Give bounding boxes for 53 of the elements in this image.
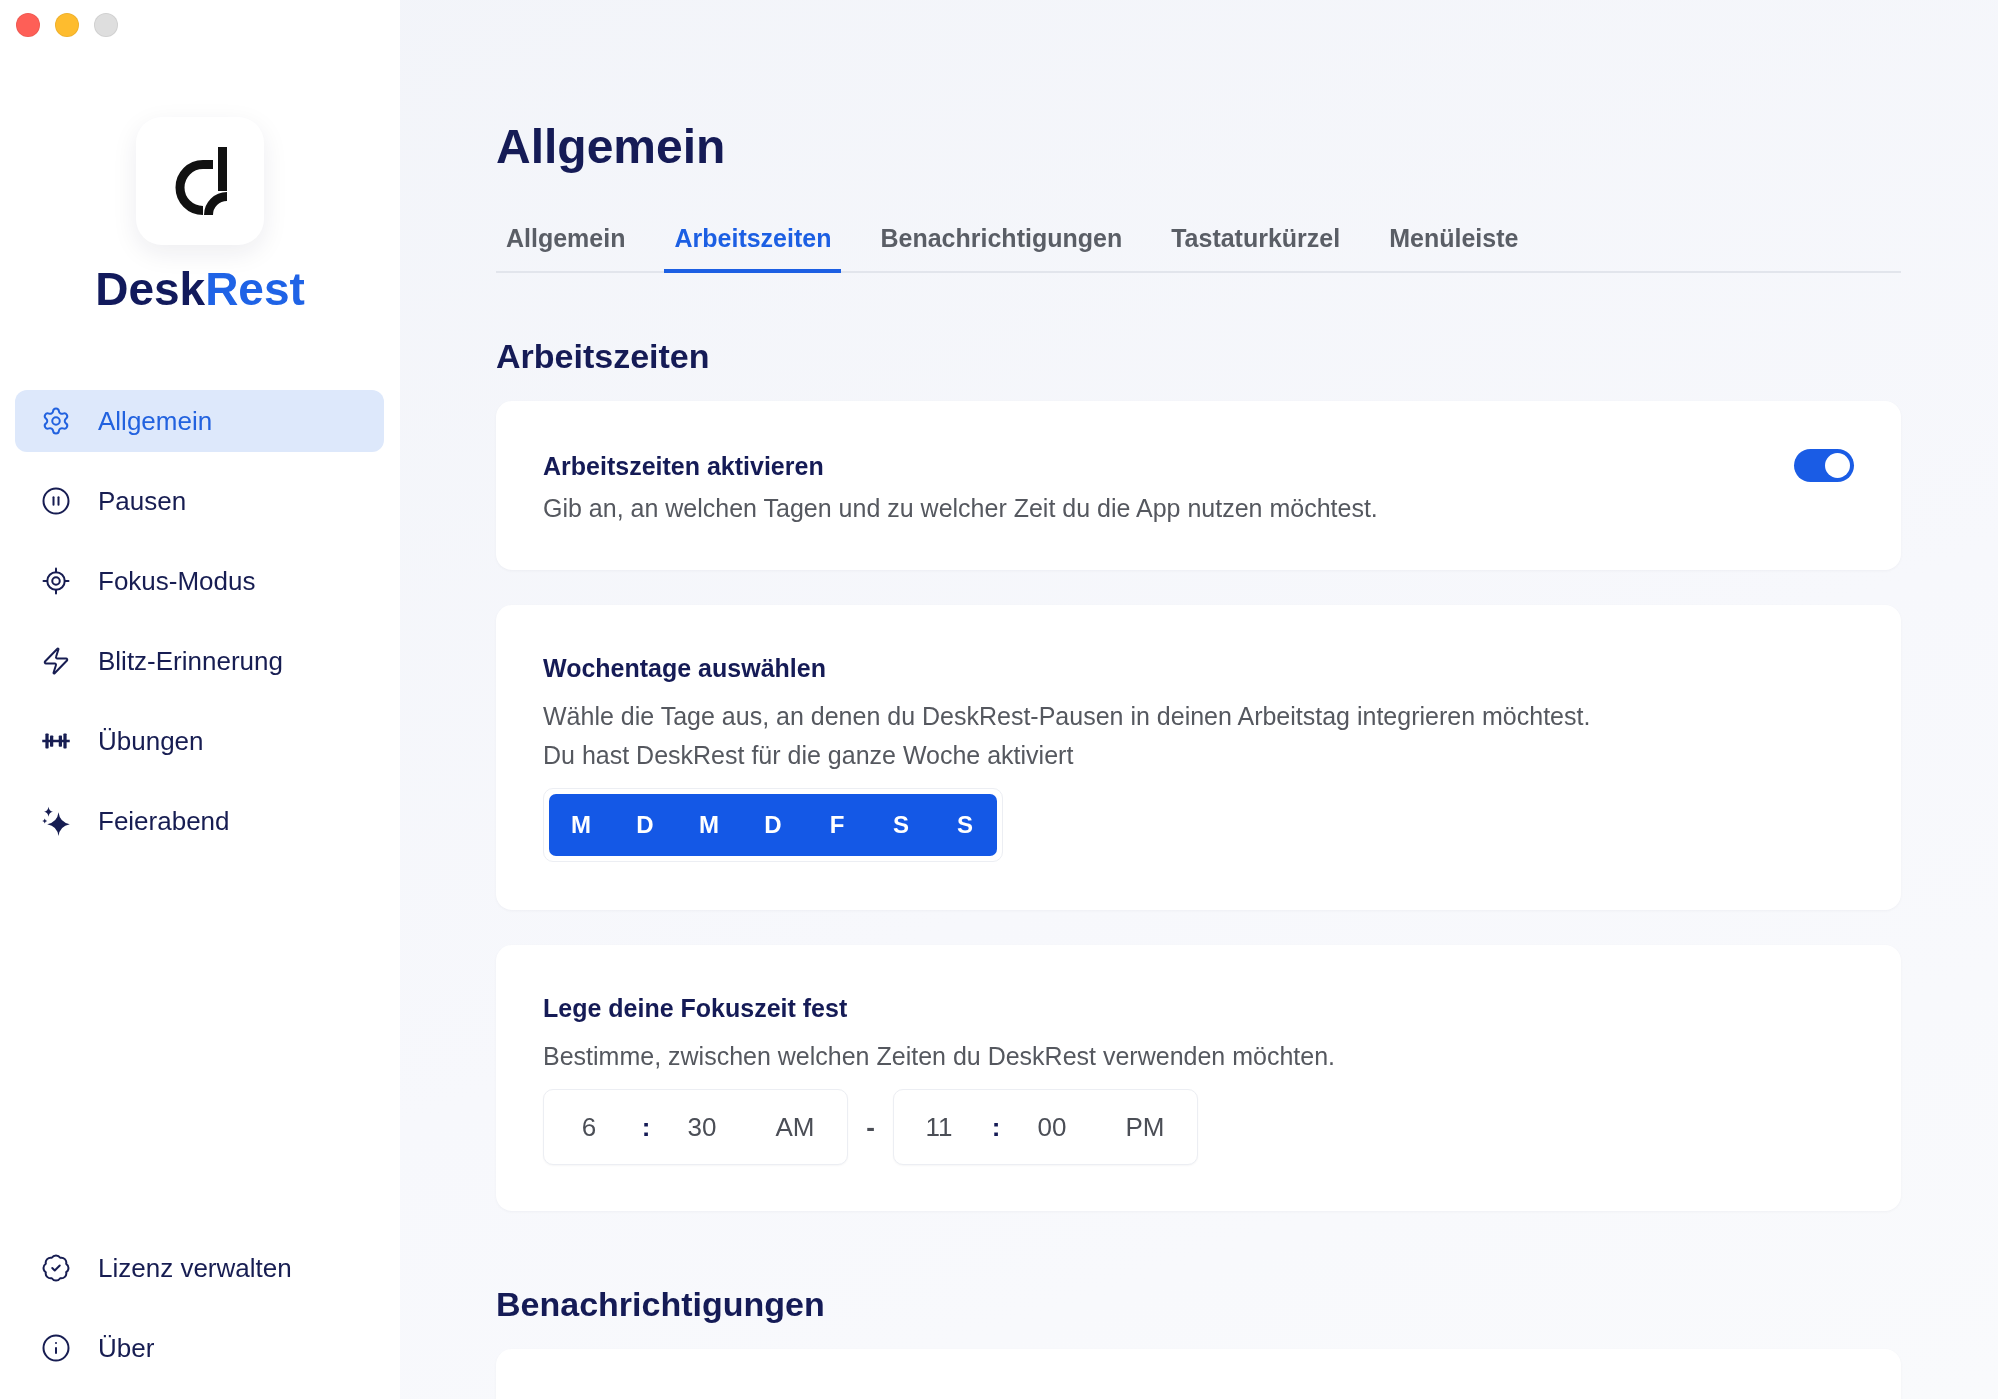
sidebar-item[interactable]: Pausen (15, 470, 384, 532)
card-description: Bestimme, zwischen welchen Zeiten du DeskRest verwenden möchten. (543, 1041, 1336, 1072)
card-description: Gib an, an welchen Tagen und zu welcher Zeit du die App nutzen möchtest. (543, 493, 1378, 524)
weekday-toggle[interactable]: M (677, 794, 741, 856)
window-close-icon[interactable] (16, 13, 40, 37)
section-title: Benachrichtigungen (496, 1284, 825, 1325)
period-value[interactable]: AM (746, 1111, 844, 1143)
time-input-field[interactable]: 6 : 30 AM (543, 1089, 848, 1165)
toggle-switch[interactable] (1794, 449, 1854, 482)
window-minimize-icon[interactable] (55, 13, 79, 37)
sidebar-item[interactable]: Über (15, 1317, 384, 1379)
card-title: Wochentage auswählen (543, 653, 827, 683)
settings-icon (41, 406, 71, 436)
weekday-toggle[interactable]: D (613, 794, 677, 856)
sidebar-item[interactable]: Blitz-Erinnerung (15, 630, 384, 692)
sparkles-icon (41, 806, 71, 836)
info-icon (41, 1333, 71, 1363)
period-value[interactable]: PM (1096, 1111, 1194, 1143)
minute-value[interactable]: 00 (1008, 1111, 1096, 1143)
tab[interactable]: Menüleiste (1379, 208, 1529, 273)
target-icon (41, 566, 71, 596)
section-title: Arbeitszeiten (496, 336, 710, 377)
minute-value[interactable]: 30 (658, 1111, 746, 1143)
hour-value[interactable]: 6 (544, 1111, 634, 1143)
page-title: Allgemein (496, 119, 726, 175)
sidebar-item[interactable]: Lizenz verwalten (15, 1237, 384, 1299)
tab[interactable]: Arbeitszeiten (664, 208, 842, 273)
tab[interactable]: Tastaturkürzel (1161, 208, 1351, 273)
app-name: DeskRest (95, 262, 305, 317)
app-logo-icon (136, 117, 264, 245)
sidebar-item[interactable]: Fokus-Modus (15, 550, 384, 612)
sidebar-item[interactable]: Allgemein (15, 390, 384, 452)
tab[interactable]: Benachrichtigungen (870, 208, 1133, 273)
time-separator: : (990, 1111, 1002, 1143)
sidebar-item[interactable]: Feierabend (15, 790, 384, 852)
weekday-toggle[interactable]: S (869, 794, 933, 856)
badge-check-icon (41, 1253, 71, 1283)
range-dash: - (865, 1111, 876, 1143)
sidebar-item[interactable]: Übungen (15, 710, 384, 772)
card-description: Du hast DeskRest für die ganze Woche aktiviert (543, 740, 1074, 771)
weekday-toggle[interactable]: S (933, 794, 997, 856)
weekday-toggle[interactable]: F (805, 794, 869, 856)
card-description: Wähle die Tage aus, an denen du DeskRest-Pausen in deinen Arbeitstag integrieren möchtest. (543, 701, 1591, 732)
time-input-field[interactable]: 11 : 00 PM (893, 1089, 1198, 1165)
weekday-toggle[interactable]: M (549, 794, 613, 856)
tab[interactable]: Allgemein (496, 208, 636, 273)
card-title: Lege deine Fokuszeit fest (543, 993, 849, 1023)
hour-value[interactable]: 11 (894, 1111, 984, 1143)
pause-icon (41, 486, 71, 516)
time-separator: : (640, 1111, 652, 1143)
lightning-icon (41, 646, 71, 676)
weekday-toggle[interactable]: D (741, 794, 805, 856)
card-title: Arbeitszeiten aktivieren (543, 450, 824, 481)
